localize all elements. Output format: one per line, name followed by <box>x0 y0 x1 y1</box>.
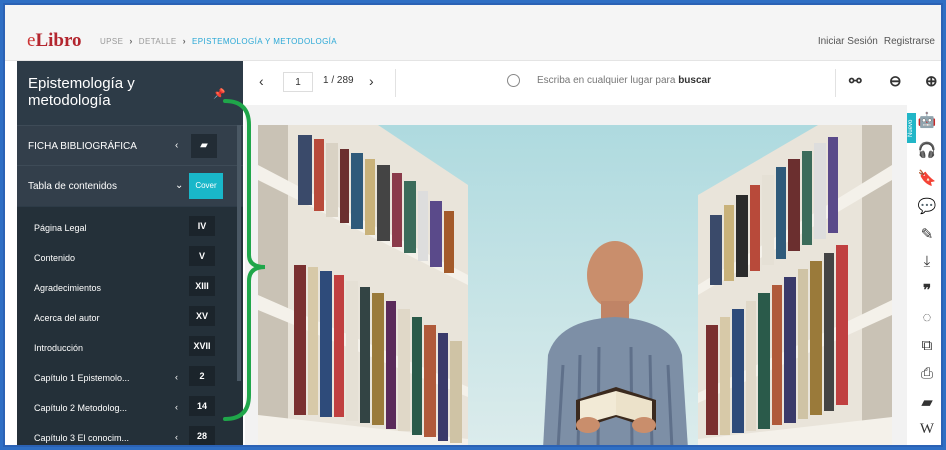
toc-item-page[interactable]: IV <box>189 216 215 236</box>
prev-page-button[interactable]: ‹ <box>259 73 264 89</box>
annotation-bracket <box>223 99 266 421</box>
breadcrumb: UPSE › DETALLE › EPISTEMOLOGÍA Y METODOL… <box>100 36 337 46</box>
toc-item-label: Contenido <box>34 253 76 263</box>
breadcrumb-upse[interactable]: UPSE <box>100 37 123 46</box>
toc-item[interactable]: Capítulo 3 El conocim... ‹ 28 <box>17 423 243 445</box>
register-link[interactable]: Registrarse <box>884 36 935 47</box>
toc-item-label: Agradecimientos <box>34 283 102 293</box>
book-icon[interactable]: ▰ <box>191 134 217 158</box>
logo-libro: Libro <box>35 30 82 51</box>
link-icon[interactable]: ⚯ <box>849 72 862 90</box>
print-icon[interactable]: ⎙ <box>917 365 937 382</box>
app-window: eLibro UPSE › DETALLE › EPISTEMOLOGÍA Y … <box>3 3 943 447</box>
chevron-left-icon[interactable]: ‹ <box>175 432 178 442</box>
comment-icon[interactable]: 💬 <box>917 197 937 215</box>
toc-item-label: Introducción <box>34 343 84 353</box>
toc-item-page[interactable]: XVII <box>189 336 215 356</box>
toc-item[interactable]: Contenido V <box>17 243 243 273</box>
chevron-left-icon[interactable]: ‹ <box>175 372 178 382</box>
book-cover-image <box>258 125 892 445</box>
cover-button[interactable]: Cover <box>189 173 223 199</box>
search-placeholder-bold: buscar <box>678 75 711 86</box>
zoom-in-icon[interactable]: ⊕ <box>925 72 938 90</box>
book-title: Epistemología y metodología <box>28 75 135 109</box>
wikipedia-icon[interactable]: W <box>917 421 937 438</box>
robot-assistant-icon[interactable]: 🤖 <box>917 111 937 129</box>
divider <box>835 69 836 97</box>
toc-item-label: Capítulo 2 Metodolog... <box>34 403 128 413</box>
toc-item-page[interactable]: 28 <box>189 426 215 445</box>
toc-label: Tabla de contenidos <box>28 181 117 192</box>
toc-item[interactable]: Capítulo 1 Epistemolo... ‹ 2 <box>17 363 243 393</box>
toc-item[interactable]: Agradecimientos XIII <box>17 273 243 303</box>
tools-rail: Nuevo 🤖 🎧 🔖 💬 ✎ ⤓ ❞ ◌ ⧉ ⎙ ▰ W <box>907 105 941 445</box>
toc-item[interactable]: Página Legal IV <box>17 213 243 243</box>
tabla-contenidos-section[interactable]: Tabla de contenidos ⌄ Cover <box>17 165 243 206</box>
bookmark-icon[interactable]: 🔖 <box>917 169 937 187</box>
sidebar: Epistemología y metodología 📌 FICHA BIBL… <box>17 61 243 445</box>
top-bar: eLibro UPSE › DETALLE › EPISTEMOLOGÍA Y … <box>5 5 941 61</box>
toc-item-label: Capítulo 1 Epistemolo... <box>34 373 130 383</box>
toc-item-label: Página Legal <box>34 223 87 233</box>
page-count: 1 / 289 <box>323 75 354 86</box>
headphones-icon[interactable]: 🎧 <box>917 141 937 159</box>
ficha-bibliografica-section[interactable]: FICHA BIBLIOGRÁFICA ‹ ▰ <box>17 125 243 166</box>
chevron-left-icon[interactable]: ‹ <box>175 402 178 412</box>
breadcrumb-detalle[interactable]: DETALLE <box>139 37 177 46</box>
chevron-left-icon: ‹ <box>175 140 179 151</box>
toc-item[interactable]: Introducción XVII <box>17 333 243 363</box>
nuevo-badge: Nuevo <box>907 113 916 143</box>
hide-icon[interactable]: ◌ <box>917 309 937 326</box>
page-viewer[interactable] <box>245 105 907 445</box>
quote-icon[interactable]: ❞ <box>917 281 937 299</box>
cover-illustration <box>258 125 892 445</box>
auth-links: Iniciar Sesión Registrarse <box>818 36 935 47</box>
toc-item-page[interactable]: XIII <box>189 276 215 296</box>
toc-list: Página Legal IV Contenido V Agradecimien… <box>17 207 243 445</box>
toc-item-page[interactable]: 2 <box>189 366 215 386</box>
search-icon[interactable] <box>507 74 520 87</box>
search-input[interactable]: Escriba en cualquier lugar para buscar <box>537 75 711 86</box>
zoom-out-icon[interactable]: ⊖ <box>889 72 902 90</box>
toc-item-page[interactable]: XV <box>189 306 215 326</box>
ficha-label: FICHA BIBLIOGRÁFICA <box>28 141 137 152</box>
toc-item-page[interactable]: V <box>189 246 215 266</box>
toc-item[interactable]: Capítulo 2 Metodolog... ‹ 14 <box>17 393 243 423</box>
next-page-button[interactable]: › <box>369 73 374 89</box>
download-icon[interactable]: ⤓ <box>917 253 937 270</box>
toc-item-label: Acerca del autor <box>34 313 100 323</box>
edit-icon[interactable]: ✎ <box>917 225 937 243</box>
breadcrumb-current: EPISTEMOLOGÍA Y METODOLOGÍA <box>191 36 338 46</box>
chevron-right-icon: › <box>182 36 186 46</box>
login-link[interactable]: Iniciar Sesión <box>818 36 878 47</box>
divider <box>395 69 396 97</box>
copy-icon[interactable]: ⧉ <box>917 337 937 354</box>
toc-item-page[interactable]: 14 <box>189 396 215 416</box>
reader-toolbar: ‹ 1 1 / 289 › Escriba en cualquier lugar… <box>245 61 941 105</box>
toc-item-label: Capítulo 3 El conocim... <box>34 433 130 443</box>
toc-item[interactable]: Acerca del autor XV <box>17 303 243 333</box>
search-placeholder: Escriba en cualquier lugar para <box>537 75 676 86</box>
elibro-logo[interactable]: eLibro <box>27 31 82 51</box>
chevron-right-icon: › <box>129 36 133 46</box>
notebook-icon[interactable]: ▰ <box>917 393 937 411</box>
chevron-down-icon: ⌄ <box>175 180 184 191</box>
page-number-input[interactable]: 1 <box>283 72 313 92</box>
